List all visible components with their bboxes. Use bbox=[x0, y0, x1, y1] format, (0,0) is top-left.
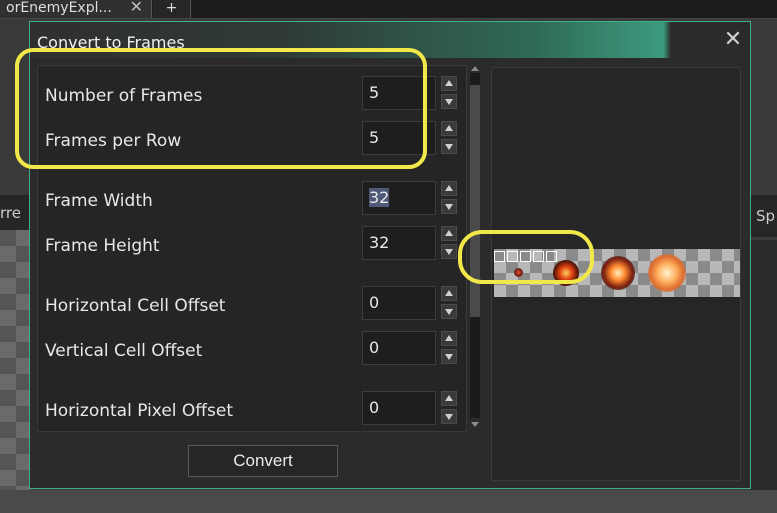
number-of-frames-stepper bbox=[441, 76, 457, 112]
frame-width-stepper bbox=[441, 181, 457, 217]
arrow-down-icon bbox=[445, 144, 453, 150]
background-side-label: Sp bbox=[750, 195, 777, 237]
frame-width-label: Frame Width bbox=[45, 191, 153, 211]
increment-button[interactable] bbox=[441, 121, 457, 136]
tab-close-icon[interactable]: ✕ bbox=[130, 0, 143, 15]
frame-width-value: 32 bbox=[369, 188, 390, 207]
frames-per-row-stepper bbox=[441, 121, 457, 157]
arrow-up-icon bbox=[445, 230, 453, 236]
horizontal-cell-offset-stepper bbox=[441, 286, 457, 322]
dialog-close-icon[interactable]: ✕ bbox=[722, 29, 744, 51]
horizontal-pixel-offset-stepper bbox=[441, 391, 457, 427]
horizontal-cell-offset-input[interactable]: 0 bbox=[362, 286, 436, 320]
explosion-frame-3 bbox=[601, 256, 635, 290]
highlight-frame-cells bbox=[458, 230, 594, 284]
decrement-button[interactable] bbox=[441, 94, 457, 109]
arrow-up-icon bbox=[445, 395, 453, 401]
horizontal-pixel-offset-value: 0 bbox=[369, 398, 380, 417]
highlight-frame-count-fields bbox=[15, 48, 427, 169]
explosion-frame-4 bbox=[648, 254, 686, 292]
arrow-down-icon bbox=[445, 204, 453, 210]
arrow-up-icon bbox=[445, 185, 453, 191]
frame-height-label: Frame Height bbox=[45, 236, 160, 256]
increment-button[interactable] bbox=[441, 76, 457, 91]
add-tab-button[interactable]: + bbox=[153, 0, 191, 18]
tab-bar: orEnemyExpl... ✕ + bbox=[0, 0, 777, 19]
frame-width-input[interactable]: 32 bbox=[362, 181, 436, 215]
tab-label: orEnemyExpl... bbox=[6, 0, 112, 16]
arrow-down-icon bbox=[445, 414, 453, 420]
decrement-button[interactable] bbox=[441, 139, 457, 154]
arrow-up-icon bbox=[445, 335, 453, 341]
increment-button[interactable] bbox=[441, 391, 457, 406]
background-canvas bbox=[0, 230, 30, 513]
scroll-up-icon[interactable] bbox=[471, 66, 479, 71]
horizontal-pixel-offset-label: Horizontal Pixel Offset bbox=[45, 401, 234, 421]
scroll-down-icon[interactable] bbox=[471, 422, 479, 427]
vertical-cell-offset-stepper bbox=[441, 331, 457, 367]
frame-height-stepper bbox=[441, 226, 457, 262]
horizontal-cell-offset-label: Horizontal Cell Offset bbox=[45, 296, 226, 316]
arrow-up-icon bbox=[445, 290, 453, 296]
horizontal-cell-offset-value: 0 bbox=[369, 293, 380, 312]
frame-height-value: 32 bbox=[369, 233, 390, 252]
decrement-button[interactable] bbox=[441, 199, 457, 214]
arrow-up-icon bbox=[445, 125, 453, 131]
vertical-cell-offset-label: Vertical Cell Offset bbox=[45, 341, 203, 361]
vertical-cell-offset-input[interactable]: 0 bbox=[362, 331, 436, 365]
decrement-button[interactable] bbox=[441, 244, 457, 259]
frame-height-input[interactable]: 32 bbox=[362, 226, 436, 260]
decrement-button[interactable] bbox=[441, 304, 457, 319]
vertical-cell-offset-value: 0 bbox=[369, 338, 380, 357]
increment-button[interactable] bbox=[441, 181, 457, 196]
tab-enemy-explosion[interactable]: orEnemyExpl... ✕ bbox=[0, 0, 152, 18]
arrow-down-icon bbox=[445, 309, 453, 315]
background-panel-label: rre bbox=[0, 195, 30, 231]
arrow-down-icon bbox=[445, 99, 453, 105]
background-bottom bbox=[0, 490, 777, 513]
arrow-down-icon bbox=[445, 249, 453, 255]
increment-button[interactable] bbox=[441, 226, 457, 241]
arrow-down-icon bbox=[445, 354, 453, 360]
increment-button[interactable] bbox=[441, 286, 457, 301]
horizontal-pixel-offset-input[interactable]: 0 bbox=[362, 391, 436, 425]
decrement-button[interactable] bbox=[441, 349, 457, 364]
increment-button[interactable] bbox=[441, 331, 457, 346]
background-side-panel bbox=[750, 240, 777, 513]
decrement-button[interactable] bbox=[441, 409, 457, 424]
arrow-up-icon bbox=[445, 80, 453, 86]
convert-button[interactable]: Convert bbox=[188, 445, 338, 477]
